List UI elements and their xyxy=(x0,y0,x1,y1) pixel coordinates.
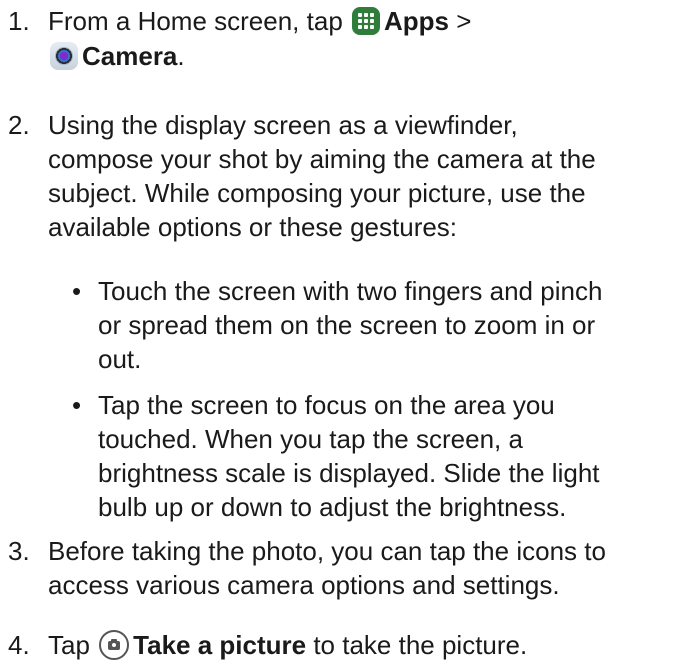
step-number: 4. xyxy=(8,630,30,660)
step-2-line: Using the display screen as a viewfinder… xyxy=(48,110,518,140)
bullet-line: Touch the screen with two fingers and pi… xyxy=(98,276,603,306)
bullet-line: Tap the screen to focus on the area you xyxy=(98,390,555,420)
camera-app-icon xyxy=(50,42,78,70)
bullet-dot: • xyxy=(72,390,82,420)
step-1-prefix: From a Home screen, tap xyxy=(48,6,343,36)
step-2-line: subject. While composing your picture, u… xyxy=(48,178,586,208)
bullet-line: brightness scale is displayed. Slide the… xyxy=(98,458,600,488)
bullet-line: bulb up or down to adjust the brightness… xyxy=(98,492,567,522)
step-1-line-2: Camera. xyxy=(48,39,669,73)
menu-separator: > xyxy=(456,6,472,36)
step-4-prefix: Tap xyxy=(48,630,90,660)
camera-label: Camera xyxy=(82,41,178,71)
bullet-line: out. xyxy=(98,344,142,374)
step-number: 3. xyxy=(8,536,30,566)
apps-grid-icon xyxy=(352,7,381,35)
shutter-button-icon xyxy=(99,630,130,660)
step-4-suffix: to take the picture. xyxy=(313,630,528,660)
step-4-line: Tap Take a picture to take the picture. xyxy=(48,628,669,662)
step-3-line: access various camera options and settin… xyxy=(48,570,560,600)
instruction-document: 1. From a Home screen, tap Apps > Camera… xyxy=(0,0,675,670)
bullet-line: or spread them on the screen to zoom in … xyxy=(98,310,596,340)
step-number: 2. xyxy=(8,110,30,140)
step-number: 1. xyxy=(8,6,30,36)
bullet-dot: • xyxy=(72,276,82,306)
bullet-line: touched. When you tap the screen, a xyxy=(98,424,523,454)
take-picture-label: Take a picture xyxy=(133,630,307,660)
step-2-line: compose your shot by aiming the camera a… xyxy=(48,144,596,174)
step-2-line: available options or these gestures: xyxy=(48,212,458,242)
apps-label: Apps xyxy=(384,6,450,36)
step-1-line-1: From a Home screen, tap Apps > xyxy=(48,4,669,38)
step-1-suffix: . xyxy=(177,41,185,71)
step-3-line: Before taking the photo, you can tap the… xyxy=(48,536,606,566)
